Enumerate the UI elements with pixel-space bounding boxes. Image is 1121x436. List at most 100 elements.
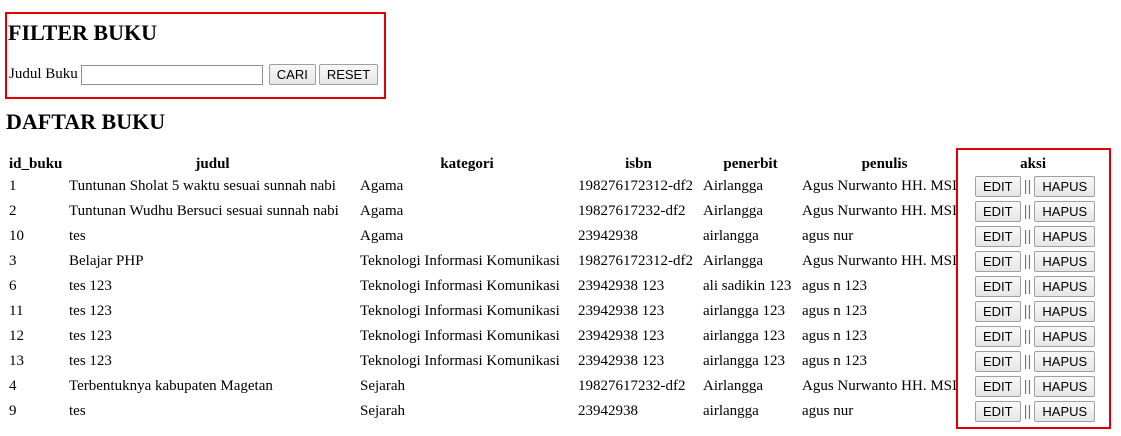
- column-header-title: judul: [195, 155, 230, 172]
- cell-title: Terbentuknya kabupaten Magetan: [69, 378, 273, 394]
- table-header-row: id_buku judul kategori isbn penerbit pen…: [7, 154, 1097, 174]
- delete-button[interactable]: HAPUS: [1034, 176, 1096, 197]
- edit-button[interactable]: EDIT: [975, 226, 1021, 247]
- action-separator: ||: [1023, 203, 1032, 220]
- delete-button[interactable]: HAPUS: [1034, 276, 1096, 297]
- cell-isbn: 19827617232-df2: [578, 378, 686, 394]
- filter-title: FILTER BUKU: [8, 20, 157, 45]
- column-header-category: kategori: [440, 155, 494, 172]
- cell-publisher: Airlangga: [703, 253, 763, 269]
- cell-isbn: 23942938 123: [578, 328, 665, 344]
- cell-author: Agus Nurwanto HH. MSI: [802, 253, 957, 269]
- edit-button[interactable]: EDIT: [975, 301, 1021, 322]
- cell-title: Tuntunan Wudhu Bersuci sesuai sunnah nab…: [69, 203, 339, 219]
- cell-isbn: 23942938: [578, 228, 638, 244]
- delete-button[interactable]: HAPUS: [1034, 351, 1096, 372]
- search-button[interactable]: CARI: [268, 64, 316, 85]
- table-row: 13 tes 123 Teknologi Informasi Komunikasi 2…: [7, 349, 1097, 374]
- reset-button[interactable]: RESET: [318, 64, 379, 85]
- cell-actions: EDIT || HAPUS: [969, 224, 1097, 249]
- cell-id: 10: [9, 228, 24, 244]
- action-separator: ||: [1023, 278, 1032, 295]
- action-separator: ||: [1023, 403, 1032, 420]
- cell-id: 2: [9, 203, 17, 219]
- cell-isbn: 19827617232-df2: [578, 203, 686, 219]
- column-header-id: id_buku: [9, 155, 63, 172]
- delete-button[interactable]: HAPUS: [1034, 301, 1096, 322]
- cell-title: Tuntunan Sholat 5 waktu sesuai sunnah na…: [69, 178, 336, 194]
- table-row: 11 tes 123 Teknologi Informasi Komunikasi 2…: [7, 299, 1097, 324]
- cell-isbn: 23942938 123: [578, 353, 665, 369]
- table-row: 1 Tuntunan Sholat 5 waktu sesuai sunnah n…: [7, 174, 1097, 199]
- delete-button[interactable]: HAPUS: [1034, 376, 1096, 397]
- cell-category: Teknologi Informasi Komunikasi: [360, 303, 560, 319]
- cell-author: agus nur: [802, 228, 854, 244]
- action-separator: ||: [1023, 353, 1032, 370]
- cell-category: Agama: [360, 228, 404, 244]
- table-row: 6 tes 123 Teknologi Informasi Komunikasi 23…: [7, 274, 1097, 299]
- cell-publisher: Airlangga: [703, 203, 763, 219]
- column-header-actions: aksi: [1020, 155, 1047, 172]
- cell-author: agus nur: [802, 403, 854, 419]
- cell-category: Sejarah: [360, 378, 405, 394]
- filter-form: Judul Buku CARI RESET: [9, 64, 379, 85]
- cell-title: tes 123: [69, 278, 112, 294]
- cell-actions: EDIT || HAPUS: [969, 349, 1097, 374]
- action-separator: ||: [1023, 228, 1032, 245]
- cell-id: 9: [9, 403, 17, 419]
- cell-author: agus n 123: [802, 328, 867, 344]
- cell-author: agus n 123: [802, 303, 867, 319]
- cell-author: Agus Nurwanto HH. MSI: [802, 378, 957, 394]
- edit-button[interactable]: EDIT: [975, 376, 1021, 397]
- column-header-author: penulis: [861, 155, 908, 172]
- cell-category: Teknologi Informasi Komunikasi: [360, 253, 560, 269]
- cell-id: 1: [9, 178, 17, 194]
- action-separator: ||: [1023, 328, 1032, 345]
- cell-actions: EDIT || HAPUS: [969, 249, 1097, 274]
- cell-publisher: airlangga 123: [703, 353, 786, 369]
- cell-publisher: airlangga: [703, 228, 759, 244]
- table-row: 12 tes 123 Teknologi Informasi Komunikasi 2…: [7, 324, 1097, 349]
- edit-button[interactable]: EDIT: [975, 276, 1021, 297]
- cell-category: Agama: [360, 178, 404, 194]
- column-header-isbn: isbn: [625, 155, 652, 172]
- edit-button[interactable]: EDIT: [975, 401, 1021, 422]
- delete-button[interactable]: HAPUS: [1034, 401, 1096, 422]
- title-filter-input[interactable]: [80, 64, 263, 85]
- cell-id: 11: [9, 303, 24, 319]
- cell-actions: EDIT || HAPUS: [969, 174, 1097, 199]
- edit-button[interactable]: EDIT: [975, 201, 1021, 222]
- cell-publisher: ali sadikin 123: [703, 278, 792, 294]
- edit-button[interactable]: EDIT: [975, 326, 1021, 347]
- cell-actions: EDIT || HAPUS: [969, 374, 1097, 399]
- cell-author: agus n 123: [802, 353, 867, 369]
- edit-button[interactable]: EDIT: [975, 176, 1021, 197]
- action-separator: ||: [1023, 178, 1032, 195]
- edit-button[interactable]: EDIT: [975, 251, 1021, 272]
- edit-button[interactable]: EDIT: [975, 351, 1021, 372]
- cell-title: tes: [69, 228, 86, 244]
- cell-category: Teknologi Informasi Komunikasi: [360, 328, 560, 344]
- cell-isbn: 198276172312-df2: [578, 178, 693, 194]
- delete-button[interactable]: HAPUS: [1034, 251, 1096, 272]
- cell-category: Agama: [360, 203, 404, 219]
- cell-title: tes 123: [69, 328, 112, 344]
- cell-id: 4: [9, 378, 17, 394]
- cell-title: tes 123: [69, 303, 112, 319]
- delete-button[interactable]: HAPUS: [1034, 201, 1096, 222]
- action-separator: ||: [1023, 378, 1032, 395]
- cell-category: Teknologi Informasi Komunikasi: [360, 353, 560, 369]
- delete-button[interactable]: HAPUS: [1034, 226, 1096, 247]
- action-separator: ||: [1023, 303, 1032, 320]
- cell-isbn: 23942938 123: [578, 278, 665, 294]
- book-list-title: DAFTAR BUKU: [6, 109, 166, 134]
- table-row: 3 Belajar PHP Teknologi Informasi Komunika…: [7, 249, 1097, 274]
- cell-isbn: 198276172312-df2: [578, 253, 693, 269]
- delete-button[interactable]: HAPUS: [1034, 326, 1096, 347]
- book-table: id_buku judul kategori isbn penerbit pen…: [7, 154, 1097, 424]
- table-row: 2 Tuntunan Wudhu Bersuci sesuai sunnah na…: [7, 199, 1097, 224]
- action-separator: ||: [1023, 253, 1032, 270]
- cell-id: 12: [9, 328, 24, 344]
- cell-title: tes: [69, 403, 86, 419]
- title-filter-label: Judul Buku: [9, 66, 78, 82]
